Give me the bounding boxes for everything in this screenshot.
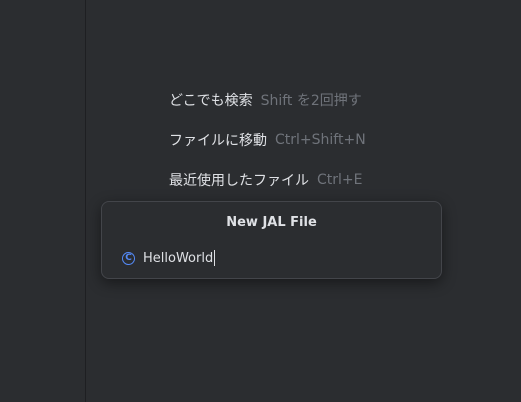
hint-label: どこでも検索: [169, 93, 253, 109]
file-name-value[interactable]: HelloWorld: [143, 251, 213, 266]
hint-recent-files: 最近使用したファイル Ctrl+E: [169, 160, 366, 200]
project-tool-window: [0, 0, 86, 402]
hint-label: ファイルに移動: [169, 133, 267, 149]
popup-title: New JAL File: [226, 215, 317, 230]
new-file-popup: New JAL File C HelloWorld: [101, 201, 442, 279]
file-name-input[interactable]: C HelloWorld: [122, 248, 427, 268]
editor-hints: どこでも検索 Shift を2回押す ファイルに移動 Ctrl+Shift+N …: [169, 80, 366, 200]
hint-shortcut: Ctrl+Shift+N: [275, 132, 366, 148]
hint-go-to-file: ファイルに移動 Ctrl+Shift+N: [169, 120, 366, 160]
class-icon: C: [122, 251, 135, 265]
hint-shortcut: Ctrl+E: [317, 172, 363, 188]
text-caret: [214, 250, 216, 266]
hint-shortcut: Shift を2回押す: [260, 93, 362, 109]
hint-search-everywhere: どこでも検索 Shift を2回押す: [169, 80, 366, 120]
hint-label: 最近使用したファイル: [169, 173, 309, 189]
